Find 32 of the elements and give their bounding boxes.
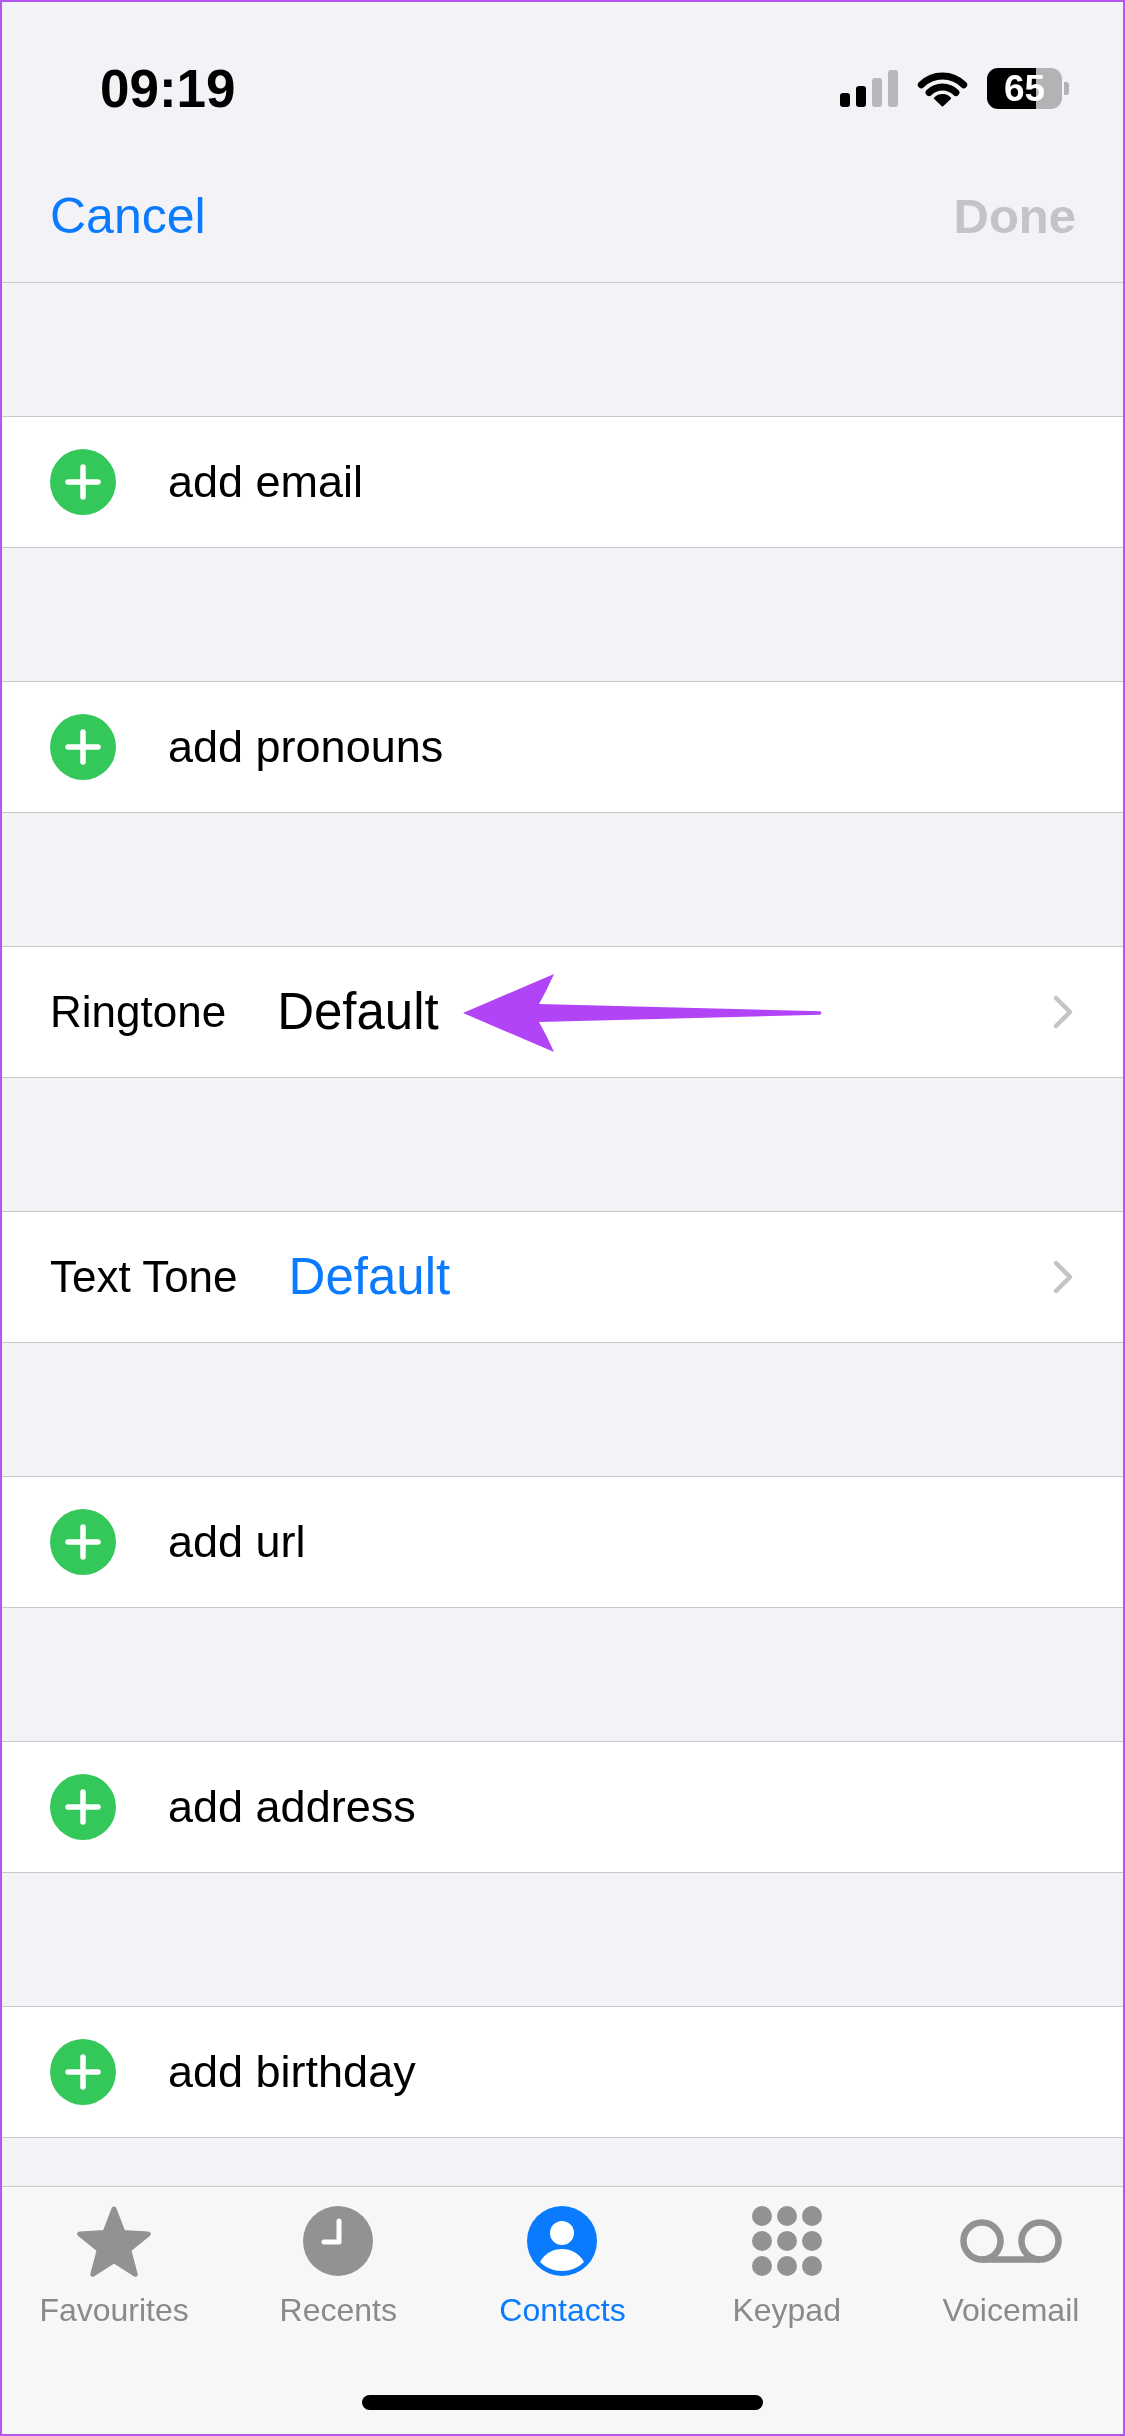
row-label: Text Tone xyxy=(50,1250,238,1303)
row-label: Ringtone xyxy=(50,985,227,1038)
plus-icon[interactable] xyxy=(50,2039,116,2105)
chevron-icon xyxy=(1053,1260,1073,1294)
voicemail-icon xyxy=(959,2218,1062,2264)
plus-icon[interactable] xyxy=(50,1774,116,1840)
list-row[interactable]: add pronouns xyxy=(2,681,1123,813)
plus-icon[interactable] xyxy=(50,449,116,515)
person-icon xyxy=(527,2206,598,2276)
row-label: add birthday xyxy=(168,2045,416,2099)
status-time: 09:19 xyxy=(100,61,236,115)
list-row[interactable]: add email xyxy=(2,416,1123,548)
row-value: Default xyxy=(288,1247,451,1308)
row-label: add email xyxy=(168,455,364,509)
list-row[interactable]: add birthday xyxy=(2,2006,1123,2138)
list-row[interactable]: Ringtone Default xyxy=(2,946,1123,1078)
list-row[interactable]: add address xyxy=(2,1741,1123,1873)
signal-icon xyxy=(840,69,898,107)
plus-icon[interactable] xyxy=(50,1509,116,1575)
cancel-button[interactable]: Cancel xyxy=(50,186,206,246)
keypad-icon xyxy=(751,2206,822,2276)
list-row[interactable]: add url xyxy=(2,1476,1123,1608)
plus-icon[interactable] xyxy=(50,714,116,780)
row-label: add pronouns xyxy=(168,720,444,774)
tab-item[interactable]: Contacts xyxy=(499,2205,626,2329)
row-value: Default xyxy=(277,982,439,1043)
row-label: add url xyxy=(168,1515,306,1569)
star-icon xyxy=(77,2205,152,2277)
clock-icon xyxy=(303,2206,374,2276)
list-row[interactable]: Text Tone Default xyxy=(2,1211,1123,1343)
chevron-icon xyxy=(1053,995,1073,1029)
row-label: add address xyxy=(168,1780,416,1834)
